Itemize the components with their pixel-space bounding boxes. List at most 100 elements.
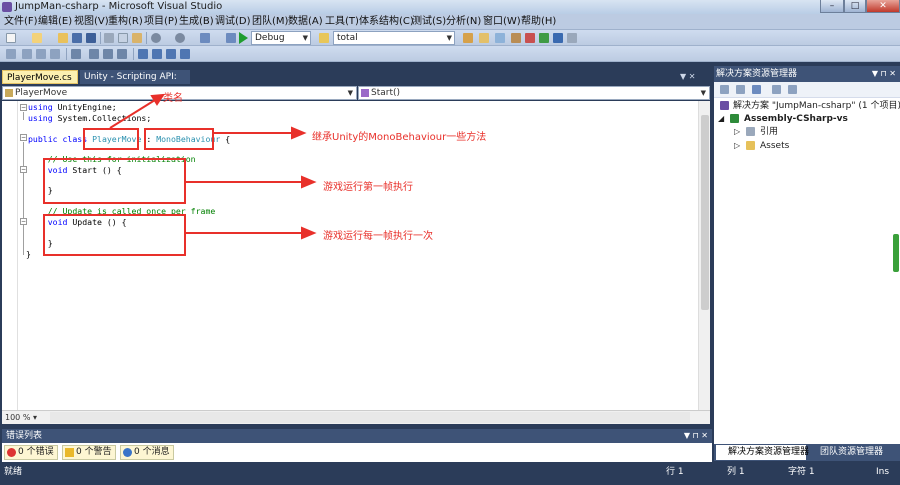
minimize-button[interactable]: – — [820, 0, 844, 13]
scroll-thumb[interactable] — [701, 115, 709, 310]
project-node[interactable]: Assembly-CSharp-vs — [744, 113, 848, 125]
properties-icon[interactable] — [720, 85, 729, 94]
clear-bookmarks-icon[interactable] — [180, 49, 190, 59]
expand-arrow-icon[interactable]: ▷ — [734, 140, 740, 152]
collapse-icon[interactable]: − — [20, 218, 27, 225]
menu-architecture[interactable]: 体系结构(C) — [359, 15, 414, 29]
view-code-icon[interactable] — [772, 85, 781, 94]
menu-edit[interactable]: 编辑(E) — [38, 15, 72, 29]
tab-unity-scripting-api[interactable]: Unity - Scripting API: — [80, 70, 190, 84]
comment-out-icon[interactable] — [103, 49, 113, 59]
tab-playermove[interactable]: PlayerMove.cs × — [2, 70, 86, 84]
menu-build[interactable]: 生成(B) — [179, 15, 214, 29]
redo-icon[interactable] — [175, 33, 185, 43]
navigate-forward-icon[interactable] — [226, 33, 236, 43]
properties-icon[interactable] — [479, 33, 489, 43]
previous-bookmark-icon[interactable] — [152, 49, 162, 59]
toolbox-icon[interactable] — [511, 33, 521, 43]
tab-solution-explorer[interactable]: 解决方案资源管理器 — [716, 445, 809, 460]
close-button[interactable]: ✕ — [866, 0, 900, 13]
menu-analyze[interactable]: 分析(N) — [446, 15, 481, 29]
solution-node[interactable]: 解决方案 "JumpMan-csharp" (1 个项目) — [733, 100, 900, 112]
side-grip[interactable] — [893, 234, 899, 272]
collapse-arrow-icon[interactable]: ◢ — [718, 113, 724, 125]
menu-tools[interactable]: 工具(T) — [325, 15, 359, 29]
bookmark-icon[interactable] — [138, 49, 148, 59]
menu-help[interactable]: 帮助(H) — [521, 15, 556, 29]
pin-icon[interactable]: ▼ ⊓ ✕ — [872, 66, 896, 82]
start-page-icon[interactable] — [539, 33, 549, 43]
increase-indent-icon[interactable] — [89, 49, 99, 59]
uncomment-icon[interactable] — [117, 49, 127, 59]
start-debugging-icon[interactable] — [239, 32, 248, 44]
status-row: 行 1 — [666, 467, 684, 477]
save-all-icon[interactable] — [86, 33, 96, 43]
errors-filter-button[interactable]: 0 个错误 — [4, 445, 58, 460]
warnings-filter-button[interactable]: 0 个警告 — [62, 445, 116, 460]
extension-manager-icon[interactable] — [553, 33, 563, 43]
chevron-down-icon: ▼ — [302, 34, 308, 42]
menu-refactor[interactable]: 重构(R) — [108, 15, 143, 29]
messages-filter-button[interactable]: 0 个消息 — [120, 445, 174, 460]
visual-studio-icon — [2, 2, 12, 12]
quick-info-icon[interactable] — [36, 49, 46, 59]
menu-debug[interactable]: 调试(D) — [215, 15, 251, 29]
solution-explorer-icon[interactable] — [463, 33, 473, 43]
navigate-backward-icon[interactable] — [200, 33, 210, 43]
collapse-icon[interactable]: − — [20, 104, 27, 111]
class-diagram-icon[interactable] — [788, 85, 797, 94]
show-all-files-icon[interactable] — [736, 85, 745, 94]
save-icon[interactable] — [72, 33, 82, 43]
solution-icon — [720, 101, 729, 110]
command-window-icon[interactable] — [567, 33, 577, 43]
member-navigation-select[interactable]: Start() ▼ — [358, 86, 710, 100]
chevron-down-icon: ▼ — [347, 89, 353, 97]
assets-node[interactable]: Assets — [760, 140, 789, 152]
undo-icon[interactable] — [151, 33, 161, 43]
tab-dropdown-icon[interactable]: ▼ ✕ — [680, 70, 695, 84]
maximize-button[interactable]: □ — [844, 0, 866, 13]
word-completion-icon[interactable] — [50, 49, 60, 59]
window-title: JumpMan-csharp - Microsoft Visual Studio — [15, 1, 223, 12]
horizontal-scrollbar[interactable] — [50, 412, 690, 423]
error-list-icon[interactable] — [525, 33, 535, 43]
expand-arrow-icon[interactable]: ▷ — [734, 126, 740, 138]
menu-test[interactable]: 测试(S) — [412, 15, 446, 29]
zoom-select[interactable]: 100 % ▾ — [5, 412, 43, 423]
menu-data[interactable]: 数据(A) — [288, 15, 323, 29]
pin-icon[interactable]: ▼ ⊓ ✕ — [684, 429, 708, 443]
info-icon — [123, 448, 132, 457]
code-line-2: using System.Collections; — [28, 113, 152, 123]
references-node[interactable]: 引用 — [760, 126, 778, 138]
menu-view[interactable]: 视图(V) — [74, 15, 109, 29]
decrease-indent-icon[interactable] — [71, 49, 81, 59]
display-parameter-icon[interactable] — [22, 49, 32, 59]
collapse-icon[interactable]: − — [20, 166, 27, 173]
find-in-files-icon[interactable] — [319, 33, 329, 43]
menu-file[interactable]: 文件(F) — [4, 15, 38, 29]
menu-window[interactable]: 窗口(W) — [483, 15, 521, 29]
tab-team-explorer[interactable]: 团队资源管理器 — [808, 445, 898, 460]
status-insert-mode: Ins — [876, 467, 890, 477]
zoom-value: 100 % — [5, 413, 31, 422]
refresh-icon[interactable] — [752, 85, 761, 94]
new-project-icon[interactable] — [6, 33, 16, 43]
cut-icon[interactable] — [104, 33, 114, 43]
solution-configuration-select[interactable]: Debug ▼ — [251, 31, 311, 45]
display-object-icon[interactable] — [6, 49, 16, 59]
error-list-header: 错误列表 ▼ ⊓ ✕ — [2, 429, 712, 443]
standard-toolbar: Debug ▼ total ▼ — [0, 30, 900, 46]
paste-icon[interactable] — [132, 33, 142, 43]
open-file-icon[interactable] — [58, 33, 68, 43]
object-browser-icon[interactable] — [495, 33, 505, 43]
add-item-icon[interactable] — [32, 33, 42, 43]
next-bookmark-icon[interactable] — [166, 49, 176, 59]
menu-team[interactable]: 团队(M) — [252, 15, 288, 29]
vertical-scrollbar[interactable] — [698, 101, 710, 410]
menu-project[interactable]: 项目(P) — [144, 15, 178, 29]
copy-icon[interactable] — [118, 33, 128, 43]
outline-line — [23, 112, 24, 120]
find-combo[interactable]: total ▼ — [333, 31, 455, 45]
type-value: PlayerMove — [15, 88, 68, 98]
collapse-icon[interactable]: − — [20, 134, 27, 141]
